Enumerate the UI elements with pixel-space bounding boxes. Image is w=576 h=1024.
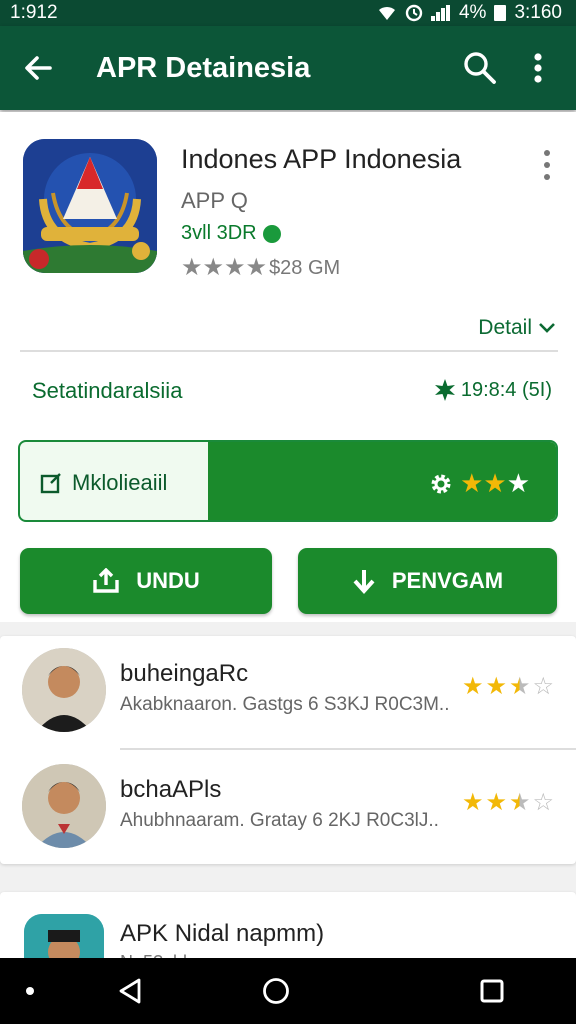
star-icon: ★	[485, 673, 507, 700]
progress-label: Mklolieaiil	[40, 470, 167, 496]
screen: 1:912 4% 3:160 APR Detainesia Indones AP…	[0, 0, 576, 1024]
install-button-label: PENVGAM	[391, 568, 504, 593]
star-icon: ★	[485, 789, 507, 816]
app-name: Indones APP Indonesia	[181, 144, 462, 174]
review-stars: ★ ★ ★ ☆	[462, 788, 554, 817]
review-stars: ★ ★ ★ ☆	[462, 672, 554, 701]
detail-link-label: Detail	[478, 316, 532, 339]
star-icon: ★	[483, 468, 507, 498]
signal-icon	[430, 5, 451, 21]
install-button[interactable]: PENVGAM	[298, 548, 557, 614]
star-icon: ★	[202, 254, 225, 281]
more-options-button[interactable]	[516, 46, 560, 90]
edit-icon	[40, 473, 61, 494]
page-title: APR Detainesia	[96, 51, 311, 84]
review-text: Akabknaaron. Gastgs 6 S3KJ R0C3M..	[120, 694, 450, 715]
alarm-icon	[405, 4, 423, 22]
battery-percent: 4%	[458, 2, 487, 23]
nav-home-icon[interactable]	[262, 977, 290, 1005]
language-row-label: Setatindaralsiia	[32, 378, 183, 403]
download-button-label: UNDU	[136, 568, 200, 593]
rating-stars: ★★★★	[181, 256, 267, 281]
download-button[interactable]: UNDU	[20, 548, 272, 614]
star-icon: ☆	[532, 673, 554, 700]
progress-stars: ★★★	[460, 468, 530, 499]
app-developer[interactable]: 3vll 3DR	[181, 222, 281, 245]
app-rating: ★★★★ $28 GM	[181, 256, 340, 281]
status-bar: 1:912 4% 3:160	[0, 0, 576, 26]
reviewer-portrait	[22, 648, 106, 732]
star-icon: ★	[508, 789, 531, 816]
app-subtitle: APP Q	[181, 188, 248, 213]
reviewer-avatar	[22, 764, 106, 848]
reviewer-name: bchaAPls	[120, 776, 222, 803]
arrow-back-icon	[25, 56, 52, 80]
card-more-options-button[interactable]	[534, 150, 560, 180]
reviewer-avatar	[22, 648, 106, 732]
star-icon: ★	[460, 468, 484, 498]
language-score: 19:8:4 (5I)	[433, 378, 552, 402]
search-button[interactable]	[458, 46, 502, 90]
battery-icon	[494, 5, 507, 21]
related-app-title: APK Nidal napmm)	[120, 920, 325, 947]
language-score-text: 19:8:4 (5I)	[460, 378, 552, 401]
dot-icon	[544, 150, 550, 156]
gear-icon	[431, 474, 451, 493]
reviews-card: buheingaRc Akabknaaron. Gastgs 6 S3KJ R0…	[0, 636, 576, 864]
nav-dot-icon	[26, 987, 34, 995]
app-bar: APR Detainesia	[0, 26, 576, 110]
verified-badge-icon	[262, 224, 281, 243]
reviewer-name: buheingaRc	[120, 660, 249, 687]
more-vert-icon	[534, 53, 542, 83]
rating-text: $28 GM	[269, 257, 341, 279]
detail-link[interactable]: Detail	[478, 316, 556, 340]
divider	[20, 350, 558, 352]
review-text: Ahubhnaaram. Gratay 6 2KJ R0C3lJ..	[120, 810, 439, 831]
status-icons: 4% 3:160	[377, 2, 562, 24]
dot-icon	[544, 162, 550, 168]
star-icon: ★	[245, 254, 268, 281]
status-time-right: 3:160	[514, 2, 562, 23]
nav-back-icon[interactable]	[118, 978, 142, 1004]
star-icon: ★	[181, 254, 203, 281]
star-icon: ★	[461, 673, 484, 700]
search-icon	[464, 52, 496, 84]
chevron-down-icon	[539, 323, 555, 333]
wifi-icon	[378, 6, 395, 21]
share-upload-icon	[93, 568, 119, 593]
progress-label-text: Mklolieaiil	[72, 470, 168, 495]
nav-recents-icon[interactable]	[480, 979, 504, 1003]
progress-rating: ★★★	[428, 468, 530, 499]
review-item[interactable]: bchaAPls Ahubhnaaram. Gratay 6 2KJ R0C3l…	[0, 750, 576, 860]
star-icon: ★	[461, 789, 484, 816]
reviewer-portrait	[22, 764, 106, 848]
system-nav-bar	[0, 958, 576, 1024]
download-arrow-icon	[353, 570, 375, 594]
burst-icon	[434, 379, 455, 401]
app-icon[interactable]	[23, 139, 157, 273]
developer-name: 3vll 3DR	[181, 222, 257, 244]
review-item[interactable]: buheingaRc Akabknaaron. Gastgs 6 S3KJ R0…	[0, 636, 576, 746]
dot-icon	[544, 174, 550, 180]
app-detail-card: Indones APP Indonesia APP Q 3vll 3DR ★★★…	[0, 112, 576, 622]
progress-bar[interactable]: Mklolieaiil ★★★	[18, 440, 558, 522]
back-button[interactable]	[18, 48, 58, 88]
star-icon: ☆	[532, 789, 554, 816]
star-icon: ★	[506, 468, 530, 498]
emblem-logo-icon	[23, 139, 157, 273]
star-icon: ★	[224, 254, 246, 281]
star-icon: ★	[508, 673, 531, 700]
status-time-left: 1:912	[10, 2, 58, 23]
